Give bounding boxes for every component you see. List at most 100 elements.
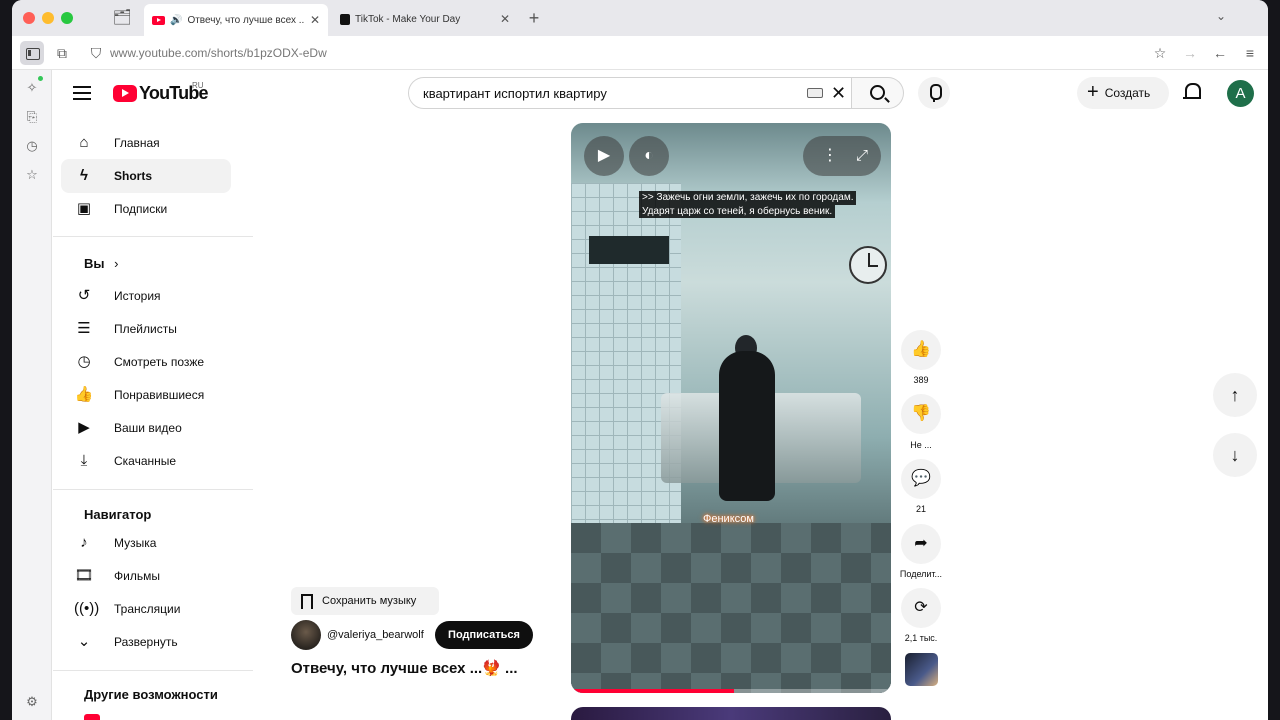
maximize-window-button[interactable] — [61, 12, 73, 24]
close-tab-icon[interactable]: ✕ — [310, 13, 320, 27]
channel-name[interactable]: @valeriya_bearwolf — [327, 629, 424, 641]
play-icon[interactable]: ▶ — [584, 136, 624, 176]
sidebar-item-label: Понравившиеся — [114, 388, 205, 402]
close-window-button[interactable] — [23, 12, 35, 24]
remix-button[interactable]: ⟳ — [901, 588, 941, 628]
like-count: 389 — [913, 375, 929, 385]
tab-tiktok[interactable]: TikTok - Make Your Day ✕ — [332, 6, 518, 32]
ai-sparkle-icon[interactable]: ✧ — [22, 78, 42, 98]
sidebar-toggle-icon[interactable] — [20, 41, 44, 65]
next-short-button[interactable]: ↓ — [1213, 433, 1257, 477]
watch-later-icon: ◷ — [77, 353, 91, 370]
sidebar-item-expand[interactable]: ⌄ Развернуть — [61, 625, 231, 659]
bookmark-star-icon[interactable]: ☆ — [1148, 41, 1172, 65]
sidebar-item-shorts[interactable]: ϟ Shorts — [61, 159, 231, 193]
sidebar-item-label: Фильмы — [114, 569, 160, 583]
fullscreen-icon[interactable]: ⤢ — [847, 136, 877, 176]
youtube-favicon-icon — [152, 15, 165, 25]
sidebar-divider — [53, 236, 253, 237]
sidebar-item-label: Shorts — [114, 169, 153, 183]
sidebar-divider — [53, 670, 253, 671]
close-tab-icon[interactable]: ✕ — [500, 12, 510, 26]
next-short-preview[interactable] — [571, 707, 891, 720]
download-icon: ⤓ — [80, 452, 88, 469]
volume-icon[interactable]: ◐ — [629, 136, 669, 176]
save-music-button[interactable]: Сохранить музыку — [291, 587, 439, 615]
tab-list-chevron-icon[interactable]: ⌄ — [1216, 9, 1226, 23]
browser-window: 🗂 🔊 Отвечу, что лучше всех ... ✕ TikTok … — [12, 0, 1268, 720]
chevron-down-icon: ⌄ — [77, 633, 91, 650]
history-icon: ↺ — [77, 287, 91, 304]
sidebar-item-label: История — [114, 289, 161, 303]
translate-icon[interactable]: ⎘ — [22, 107, 42, 127]
favorites-star-icon[interactable]: ☆ — [22, 165, 42, 185]
comments-button[interactable]: 💬 — [901, 459, 941, 499]
sidebar-item-music[interactable]: ♪ Музыка — [61, 526, 231, 560]
sound-thumbnail[interactable] — [905, 653, 938, 686]
search-box: ✕ — [408, 77, 852, 109]
page-actions-icon[interactable]: ⧉ — [50, 41, 74, 65]
sidebar-explore-heading: Навигатор — [84, 507, 152, 522]
sidebar-item-your-videos[interactable]: ▶ Ваши видео — [61, 411, 231, 445]
history-clock-icon[interactable]: ◷ — [22, 136, 42, 156]
speaker-icon[interactable]: 🔊 — [170, 15, 182, 26]
menu-hamburger-icon[interactable] — [73, 86, 91, 100]
like-button[interactable]: 👍 — [901, 330, 941, 370]
back-arrow-icon[interactable]: ← — [1208, 41, 1232, 65]
sidebar-item-movies[interactable]: 🎞 Фильмы — [61, 559, 231, 593]
home-icon: ⌂ — [79, 134, 89, 151]
tab-title: Отвечу, что лучше всех ... — [187, 14, 304, 26]
create-label: Создать — [1104, 86, 1151, 100]
sidebar-item-watch-later[interactable]: ◷ Смотреть позже — [61, 345, 231, 379]
sidebar-item-label: Музыка — [114, 536, 157, 550]
notifications-bell-icon[interactable] — [1180, 80, 1204, 104]
video-caption: >> Зажечь огни земли, зажечь их по город… — [639, 191, 857, 218]
sidebar-item-label: Скачанные — [114, 454, 177, 468]
short-title[interactable]: Отвечу, что лучше всех ...🐦‍🔥 ... — [291, 659, 518, 677]
tab-youtube[interactable]: 🔊 Отвечу, что лучше всех ... ✕ — [144, 4, 328, 36]
sidebar-item-downloads[interactable]: ⤓ Скачанные — [61, 444, 231, 478]
settings-gear-icon[interactable]: ⚙ — [22, 692, 42, 712]
youtube-page: YouTube RU ✕ + Создать A ⌂ Главная ϟ Sho… — [53, 70, 1268, 720]
voice-search-button[interactable] — [918, 77, 950, 109]
tiktok-favicon-icon — [340, 13, 350, 25]
create-button[interactable]: + Создать — [1077, 77, 1169, 109]
sidebar-you-heading[interactable]: Вы › — [84, 256, 118, 271]
notification-dot — [38, 76, 43, 81]
minimize-window-button[interactable] — [42, 12, 54, 24]
sidebar-item-liked[interactable]: 👍 Понравившиеся — [61, 378, 231, 412]
keyboard-icon[interactable] — [807, 88, 823, 98]
sidebar-item-playlists[interactable]: ☰ Плейлисты — [61, 312, 231, 346]
site-security-icon[interactable]: ⛉ — [84, 41, 108, 65]
video-frame-vent — [589, 236, 669, 264]
forward-arrow-icon[interactable]: → — [1178, 41, 1202, 65]
sidebar-item-label: Подписки — [114, 202, 168, 216]
tab-collections-icon[interactable]: 🗂 — [112, 9, 132, 27]
sidebar-item-home[interactable]: ⌂ Главная — [61, 126, 231, 160]
account-avatar[interactable]: A — [1227, 80, 1254, 107]
progress-bar[interactable] — [571, 689, 891, 693]
subscribe-button[interactable]: Подписаться — [435, 621, 533, 649]
search-input[interactable] — [423, 78, 783, 108]
shorts-player[interactable]: ▶ ◐ ⋮ ⤢ >> Зажечь огни земли, зажечь их … — [571, 123, 891, 693]
sidebar-item-history[interactable]: ↺ История — [61, 279, 231, 313]
sidebar-item-label: Главная — [114, 136, 160, 150]
more-options-icon[interactable]: ⋮ — [817, 136, 843, 176]
new-tab-icon[interactable]: + — [524, 8, 544, 29]
sidebar-item-live[interactable]: ((•)) Трансляции — [61, 592, 231, 626]
sidebar-item-label: Плейлисты — [114, 322, 177, 336]
sidebar-item-label: Трансляции — [114, 602, 181, 616]
address-bar[interactable]: www.youtube.com/shorts/b1pzODX-eDw — [110, 46, 327, 60]
previous-short-button[interactable]: ↑ — [1213, 373, 1257, 417]
sidebar-item-subscriptions[interactable]: ▣ Подписки — [61, 192, 231, 226]
browser-menu-icon[interactable]: ≡ — [1238, 41, 1262, 65]
dislike-button[interactable]: 👎 — [901, 394, 941, 434]
channel-avatar[interactable] — [291, 620, 321, 650]
share-button[interactable]: ➦ — [901, 524, 941, 564]
comment-count: 21 — [915, 504, 926, 514]
chevron-right-icon: › — [114, 256, 119, 271]
clear-search-icon[interactable]: ✕ — [831, 82, 846, 104]
playlists-icon: ☰ — [77, 320, 91, 337]
caption-line: >> Зажечь огни земли, зажечь их по город… — [639, 191, 857, 205]
search-button[interactable] — [852, 77, 904, 109]
